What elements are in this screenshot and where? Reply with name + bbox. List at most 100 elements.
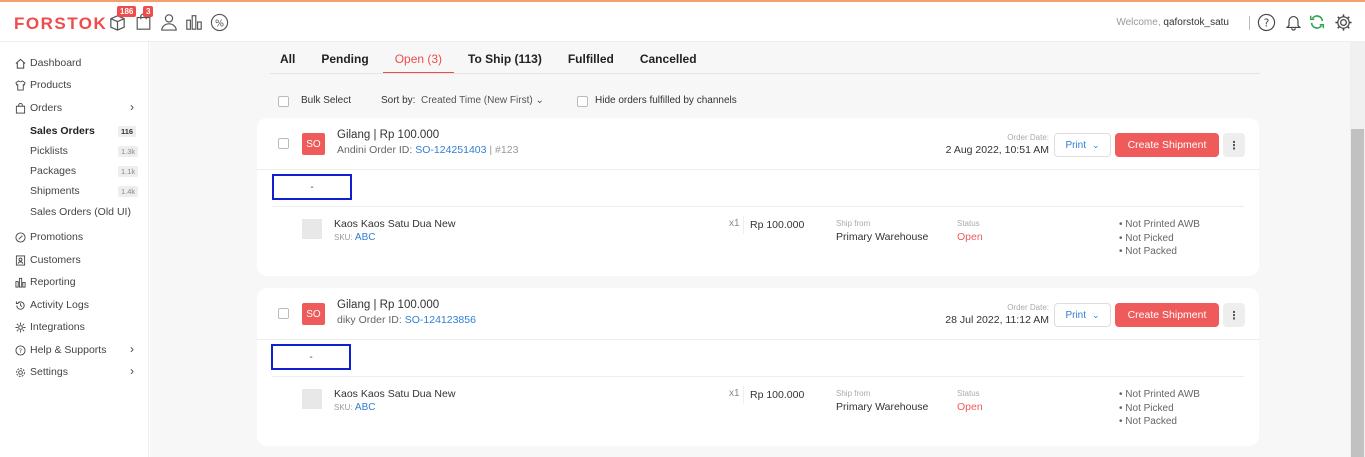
sidebar-item-settings[interactable]: Settings (14, 364, 68, 380)
chevron-down-icon: ⌄ (1092, 139, 1100, 150)
sidebar-item-label: Settings (30, 366, 68, 378)
order-id-label: Order ID: (369, 144, 413, 156)
tab-cancelled[interactable]: Cancelled (640, 52, 697, 74)
bar-chart-icon[interactable] (184, 12, 204, 32)
user-icon[interactable] (159, 12, 179, 32)
sidebar-item-help-supports[interactable]: ? Help & Supports (14, 342, 106, 358)
sidebar-item-customers[interactable]: Customers (14, 252, 81, 268)
create-shipment-button[interactable]: Create Shipment (1115, 303, 1219, 327)
tab-underline (270, 73, 1260, 74)
order-checkbox[interactable] (278, 138, 289, 149)
sidebar: Dashboard Products Orders › Sales Orders… (0, 42, 149, 457)
more-options-icon[interactable]: ⋮ (1223, 133, 1245, 157)
bag-icon[interactable]: 3 (133, 6, 154, 32)
username[interactable]: qaforstok_satu (1163, 17, 1229, 28)
fulfillment-flags: • Not Printed AWB • Not Picked • Not Pac… (1119, 388, 1200, 429)
print-button[interactable]: Print ⌄ (1054, 133, 1111, 157)
product-sku: SKU: ABC (334, 232, 375, 243)
sidebar-item-integrations[interactable]: Integrations (14, 319, 85, 335)
product-price: Rp 100.000 (743, 216, 810, 234)
flag-not-printed-awb: • Not Printed AWB (1119, 219, 1200, 230)
sku-link[interactable]: ABC (355, 232, 376, 243)
status-value: Open (957, 231, 983, 243)
create-shipment-button[interactable]: Create Shipment (1115, 133, 1219, 157)
tab-open[interactable]: Open (3) (382, 52, 455, 74)
order-id-label: Order ID: (358, 314, 402, 326)
sidebar-subitem-shipments[interactable]: Shipments (30, 184, 80, 198)
sync-icon[interactable] (1307, 12, 1327, 32)
order-note-box: - (271, 344, 351, 370)
tab-to-ship[interactable]: To Ship (113) (468, 52, 542, 74)
sidebar-subitem-label: Sales Orders (30, 125, 95, 137)
box-icon[interactable]: 186 (107, 6, 137, 32)
customer-name[interactable]: Gilang (337, 299, 370, 311)
sidebar-subitem-sales-orders-old-ui[interactable]: Sales Orders (Old UI) (30, 205, 131, 219)
sidebar-item-promotions[interactable]: Promotions (14, 229, 83, 245)
flag-not-packed: • Not Packed (1119, 246, 1177, 257)
contact-icon (14, 254, 26, 266)
order-id-link[interactable]: SO-124251403 (415, 144, 486, 156)
product-thumbnail (302, 219, 322, 239)
bell-icon[interactable] (1283, 12, 1303, 32)
count-badge: 116 (118, 126, 137, 137)
divider (257, 169, 1259, 170)
hide-fulfilled-checkbox[interactable] (577, 96, 588, 107)
percent-icon[interactable]: % (209, 12, 229, 32)
header-divider (1249, 16, 1250, 30)
order-status-tabs: All Pending Open (3) To Ship (113) Fulfi… (280, 52, 723, 74)
main-content: All Pending Open (3) To Ship (113) Fulfi… (150, 42, 1350, 457)
sidebar-item-orders[interactable]: Orders (14, 100, 62, 116)
forstok-logo[interactable]: FORSTOK (14, 14, 107, 34)
print-button[interactable]: Print ⌄ (1054, 303, 1111, 327)
tab-all[interactable]: All (280, 52, 295, 74)
bulk-select-checkbox[interactable] (278, 96, 289, 107)
tab-pending[interactable]: Pending (321, 52, 368, 74)
chevron-right-icon[interactable]: › (130, 342, 134, 356)
bulk-select-label[interactable]: Bulk Select (301, 95, 351, 106)
top-bar: FORSTOK 186 3 % Welcome, qaforstok_satu … (0, 0, 1365, 42)
product-thumbnail (302, 389, 322, 409)
ship-from-value: Primary Warehouse (836, 231, 929, 243)
product-name: Kaos Kaos Satu Dua New (334, 388, 456, 400)
more-options-icon[interactable]: ⋮ (1223, 303, 1245, 327)
sku-link[interactable]: ABC (355, 402, 376, 413)
sidebar-subitem-sales-orders[interactable]: Sales Orders (30, 124, 95, 138)
sidebar-item-reporting[interactable]: Reporting (14, 274, 76, 290)
chevron-right-icon[interactable]: › (130, 364, 134, 378)
chevron-right-icon[interactable]: › (130, 100, 134, 114)
sidebar-item-dashboard[interactable]: Dashboard (14, 55, 81, 71)
hide-fulfilled-label[interactable]: Hide orders fulfilled by channels (595, 95, 737, 106)
status-label: Status (957, 389, 980, 398)
order-reference: #123 (495, 144, 519, 156)
sidebar-item-products[interactable]: Products (14, 77, 71, 93)
ship-from-value: Primary Warehouse (836, 401, 929, 413)
svg-text:?: ? (18, 347, 21, 355)
sort-by-value: Created Time (New First) (421, 95, 533, 106)
sidebar-item-label: Activity Logs (30, 299, 89, 311)
svg-text:%: % (214, 18, 223, 29)
order-checkbox[interactable] (278, 308, 289, 319)
sidebar-subitem-picklists[interactable]: Picklists (30, 144, 68, 158)
scrollbar-thumb[interactable] (1351, 129, 1364, 457)
svg-text:?: ? (1263, 17, 1269, 29)
sidebar-item-activity-logs[interactable]: Activity Logs (14, 297, 89, 313)
divider (257, 339, 1259, 340)
sidebar-subitem-packages[interactable]: Packages (30, 164, 76, 178)
print-label: Print (1065, 309, 1086, 321)
gear-icon[interactable] (1333, 12, 1353, 32)
order-note-box: - (272, 174, 352, 200)
sku-label: SKU: (334, 233, 353, 242)
order-card: SO Gilang | Rp 100.000 diky Order ID: SO… (257, 288, 1259, 446)
order-id-link[interactable]: SO-124123856 (405, 314, 476, 326)
sidebar-item-label: Products (30, 79, 72, 91)
help-icon[interactable]: ? (1256, 12, 1276, 32)
ship-from-label: Ship from (836, 389, 871, 398)
product-name: Kaos Kaos Satu Dua New (334, 218, 456, 230)
sort-by-select[interactable]: Created Time (New First) ⌄ (421, 95, 544, 106)
order-card: SO Gilang | Rp 100.000 Andini Order ID: … (257, 118, 1259, 276)
customer-name[interactable]: Gilang (337, 129, 370, 141)
count-badge: 1.4k (118, 186, 139, 197)
chart-icon (14, 276, 26, 288)
tab-fulfilled[interactable]: Fulfilled (568, 52, 614, 74)
order-customer: Gilang | Rp 100.000 (337, 299, 439, 311)
